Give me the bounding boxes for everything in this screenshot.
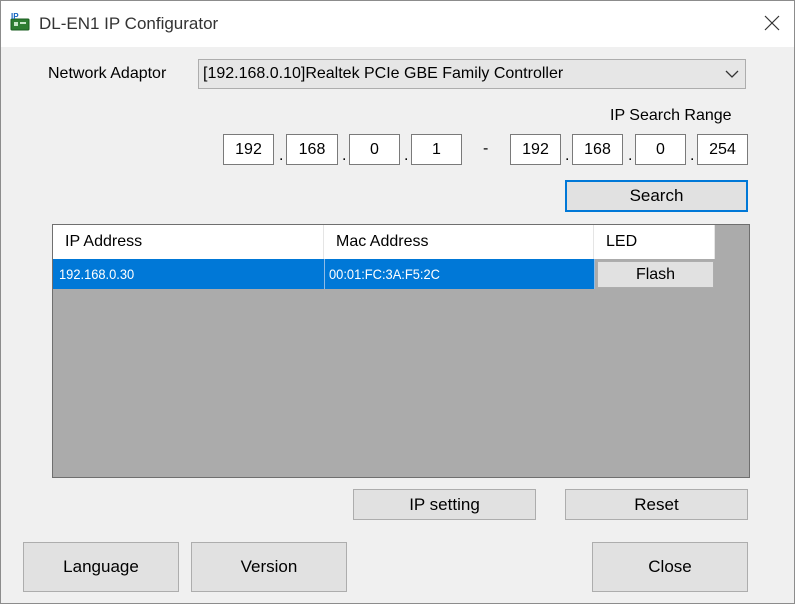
network-adaptor-value: [192.168.0.10]Realtek PCIe GBE Family Co… — [203, 65, 564, 82]
end-ip-octet-2[interactable]: 168 — [572, 134, 623, 165]
chevron-down-icon — [725, 70, 739, 78]
device-list[interactable]: IP Address Mac Address LED 192.168.0.30 … — [52, 224, 750, 478]
column-header-ip-address[interactable]: IP Address — [53, 225, 324, 259]
ip-dot: . — [404, 147, 409, 164]
close-button[interactable]: Close — [592, 542, 748, 592]
title-bar[interactable]: IP DL-EN1 IP Configurator — [1, 1, 794, 47]
ip-search-range-label: IP Search Range — [610, 107, 732, 124]
ip-dot: . — [342, 147, 347, 164]
search-button[interactable]: Search — [565, 180, 748, 212]
end-ip-octet-3[interactable]: 0 — [635, 134, 686, 165]
ip-setting-button[interactable]: IP setting — [353, 489, 536, 520]
network-adaptor-select[interactable]: [192.168.0.10]Realtek PCIe GBE Family Co… — [198, 59, 746, 89]
language-button[interactable]: Language — [23, 542, 179, 592]
window-title: DL-EN1 IP Configurator — [39, 14, 219, 33]
network-adaptor-label: Network Adaptor — [48, 65, 167, 82]
cell-divider — [324, 259, 325, 289]
column-header-led[interactable]: LED — [594, 225, 715, 259]
ip-dot: . — [279, 147, 284, 164]
table-row[interactable]: 192.168.0.30 00:01:FC:3A:F5:2C — [53, 259, 595, 289]
start-ip-octet-3[interactable]: 0 — [349, 134, 400, 165]
svg-text:IP: IP — [11, 12, 19, 21]
start-ip-octet-2[interactable]: 168 — [286, 134, 338, 165]
ip-dot: . — [690, 147, 695, 164]
start-ip-octet-4[interactable]: 1 — [411, 134, 462, 165]
row-ip-address: 192.168.0.30 — [59, 266, 135, 282]
row-mac-address: 00:01:FC:3A:F5:2C — [329, 266, 440, 282]
configurator-window: IP DL-EN1 IP Configurator Network Adapto… — [0, 0, 795, 604]
app-icon: IP — [10, 12, 30, 31]
end-ip-octet-4[interactable]: 254 — [697, 134, 748, 165]
start-ip-octet-1[interactable]: 192 — [223, 134, 274, 165]
close-icon — [764, 15, 780, 31]
version-button[interactable]: Version — [191, 542, 347, 592]
window-close-button[interactable] — [758, 9, 786, 37]
cell-divider — [594, 259, 595, 289]
column-header-mac-address[interactable]: Mac Address — [324, 225, 594, 259]
ip-dot: . — [565, 147, 570, 164]
ip-dot: . — [628, 147, 633, 164]
reset-button[interactable]: Reset — [565, 489, 748, 520]
range-separator: - — [483, 140, 489, 157]
end-ip-octet-1[interactable]: 192 — [510, 134, 561, 165]
flash-led-button[interactable]: Flash — [597, 261, 714, 288]
